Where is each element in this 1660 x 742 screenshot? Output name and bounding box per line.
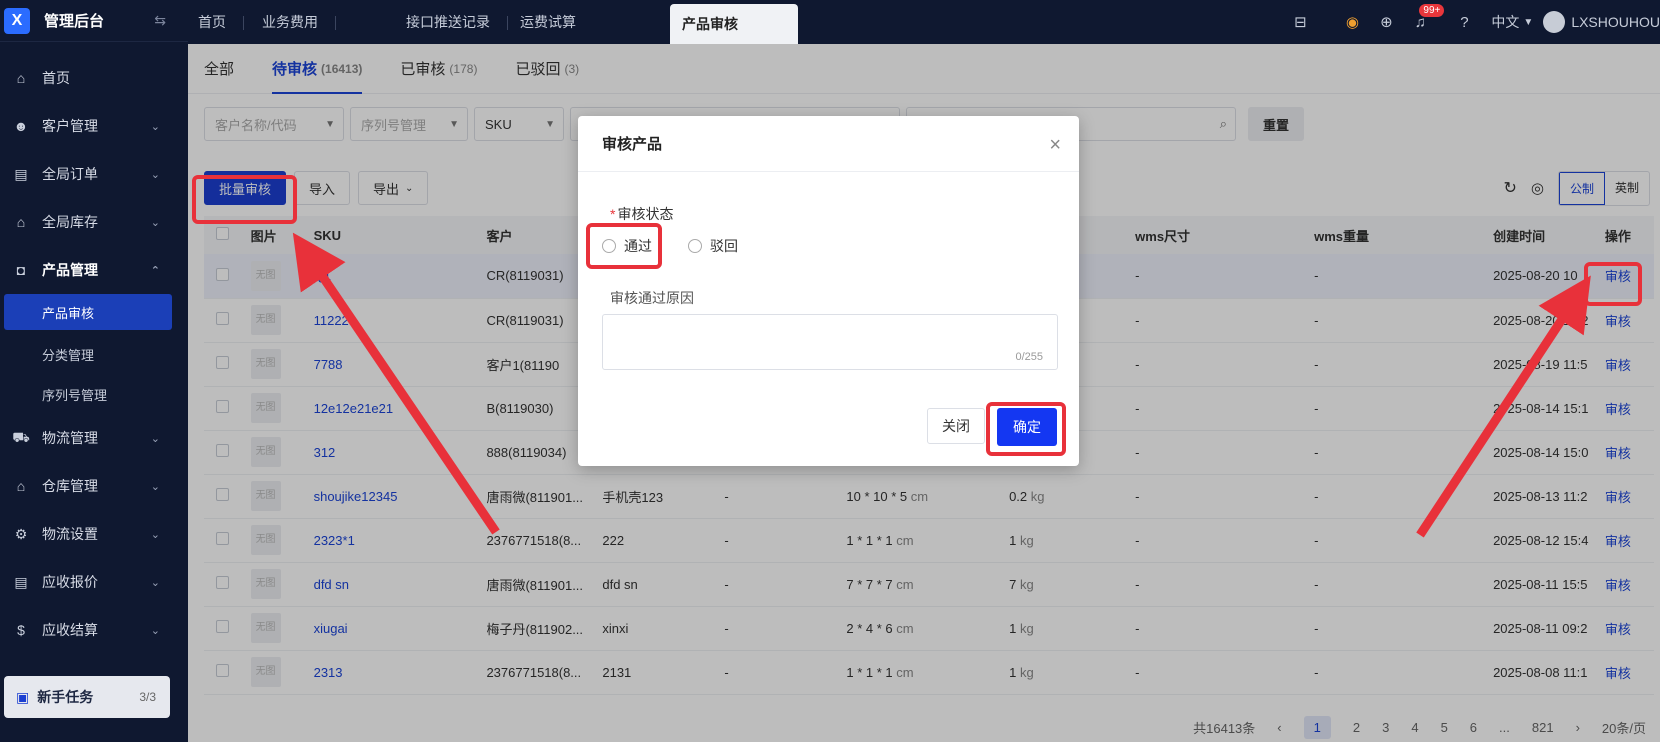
sidebar-subitem-categories[interactable]: 分类管理	[0, 334, 188, 374]
chevron-down-icon: ⌄	[150, 168, 160, 181]
dialog-title: 审核产品	[578, 116, 1079, 172]
tab-push-records[interactable]: 接口推送记录	[336, 0, 508, 44]
sidebar-nav: ⌂ 首页 ☻ 客户管理 ⌄ ▤ 全局订单 ⌄ ⌂ 全局库存 ⌄ ◘ 产品管理 ⌃ 产品审核 分类管…	[0, 42, 188, 654]
close-button[interactable]: 关闭	[927, 408, 985, 444]
sidebar-item-label: 物流设置	[42, 526, 98, 542]
chevron-down-icon: ⌄	[150, 576, 160, 589]
sidebar-item-label: 应收报价	[42, 574, 98, 590]
username[interactable]: LXSHOUHOU	[1571, 14, 1660, 30]
sidebar: X 管理后台 ⇆ ⌂ 首页 ☻ 客户管理 ⌄ ▤ 全局订单 ⌄ ⌂ 全局库存 ⌄ ◘ 产品管理 ⌃…	[0, 0, 188, 742]
logo-row: X 管理后台 ⇆	[0, 0, 188, 42]
sidebar-item-label: 物流管理	[42, 430, 98, 446]
top-bar: 首页 业务费用 接口推送记录 运费试算 产品审核 ⊟ ◉ ⊕ ♫ 99+ ? 中文…	[188, 0, 1660, 44]
chevron-up-icon: ⌃	[150, 264, 160, 277]
tab-freight-calc[interactable]: 运费试算	[508, 0, 670, 44]
sidebar-item-label: 首页	[42, 70, 70, 86]
task-label: 新手任务	[37, 689, 94, 705]
sidebar-subitem-product-review[interactable]: 产品审核	[4, 294, 172, 330]
chevron-down-icon: ⌄	[150, 528, 160, 541]
sidebar-item-products[interactable]: ◘ 产品管理 ⌃	[0, 246, 188, 294]
sidebar-item-label: 客户管理	[42, 118, 98, 134]
required-mark: *	[610, 206, 616, 222]
logo: X	[4, 7, 30, 34]
reason-textarea[interactable]: 0/255	[602, 314, 1058, 370]
truck-icon: ⛟	[12, 428, 30, 445]
radio-reject[interactable]: 驳回	[688, 236, 738, 256]
annotation-box-confirm	[986, 402, 1066, 456]
clipboard-icon: ▤	[14, 165, 28, 182]
task-icon: ▣	[16, 688, 30, 705]
sidebar-subitem-serials[interactable]: 序列号管理	[0, 374, 188, 414]
status-label-text: 审核状态	[617, 206, 674, 222]
collapse-sidebar-icon[interactable]: ⇆	[154, 12, 166, 29]
top-right-tools: ⊟ ◉ ⊕ ♫ 99+ ? 中文 ▼ LXSHOUHOU	[1283, 0, 1660, 44]
sidebar-item-home[interactable]: ⌂ 首页	[0, 54, 188, 102]
sidebar-item-label: 应收结算	[42, 622, 98, 638]
sidebar-item-logistics-settings[interactable]: ⚙ 物流设置 ⌄	[0, 510, 188, 558]
bag-icon: ◘	[16, 262, 26, 278]
annotation-box-batch	[192, 175, 297, 224]
bell-icon[interactable]: ♫ 99+	[1403, 3, 1445, 31]
sidebar-item-logistics[interactable]: ⛟ 物流管理 ⌄	[0, 414, 188, 462]
tab-home[interactable]: 首页	[188, 0, 244, 44]
language-select[interactable]: 中文	[1491, 12, 1519, 32]
sidebar-item-label: 产品管理	[42, 262, 98, 278]
radio-reject-label: 驳回	[710, 238, 738, 254]
caret-down-icon: ▼	[1523, 16, 1534, 28]
annotation-box-action	[1584, 262, 1642, 306]
inbox-icon[interactable]: ⊟	[1283, 13, 1317, 31]
task-count: 3/3	[139, 690, 156, 704]
chevron-down-icon: ⌄	[150, 120, 160, 133]
notification-badge: 99+	[1419, 3, 1445, 17]
robot-icon[interactable]: ◉	[1335, 13, 1369, 31]
avatar[interactable]	[1543, 11, 1566, 33]
app-title: 管理后台	[44, 13, 105, 30]
home-icon: ⌂	[16, 70, 26, 86]
sidebar-item-warehouse[interactable]: ⌂ 仓库管理 ⌄	[0, 462, 188, 510]
warehouse-icon: ⌂	[16, 214, 26, 230]
sidebar-item-label: 仓库管理	[42, 478, 98, 494]
help-icon[interactable]: ?	[1447, 14, 1481, 31]
sidebar-item-label: 全局库存	[42, 214, 98, 230]
storehouse-icon: ⌂	[16, 478, 26, 494]
radio-circle[interactable]	[688, 239, 702, 253]
sidebar-item-inventory[interactable]: ⌂ 全局库存 ⌄	[0, 198, 188, 246]
tab-product-review[interactable]: 产品审核	[670, 4, 798, 44]
sidebar-item-label: 全局订单	[42, 166, 98, 182]
sidebar-item-customers[interactable]: ☻ 客户管理 ⌄	[0, 102, 188, 150]
annotation-box-pass	[586, 223, 662, 269]
chevron-down-icon: ⌄	[150, 480, 160, 493]
sidebar-item-orders[interactable]: ▤ 全局订单 ⌄	[0, 150, 188, 198]
sidebar-item-quotes[interactable]: ▤ 应收报价 ⌄	[0, 558, 188, 606]
coin-icon: $	[17, 622, 25, 638]
price-doc-icon: ▤	[14, 573, 28, 590]
status-field-label: * 审核状态	[610, 204, 673, 224]
onboarding-task-button[interactable]: ▣ 新手任务 3/3	[4, 676, 170, 718]
chevron-down-icon: ⌄	[150, 432, 160, 445]
close-icon[interactable]: ×	[1049, 134, 1061, 157]
sidebar-item-settlement[interactable]: $ 应收结算 ⌄	[0, 606, 188, 654]
tab-business-fees[interactable]: 业务费用	[244, 0, 336, 44]
chevron-down-icon: ⌄	[150, 216, 160, 229]
char-counter: 0/255	[1015, 351, 1043, 363]
download-icon[interactable]: ⊕	[1369, 13, 1403, 31]
box-gear-icon: ⚙	[14, 525, 28, 542]
users-icon: ☻	[13, 118, 29, 134]
chevron-down-icon: ⌄	[150, 624, 160, 637]
reason-label: 审核通过原因	[610, 290, 694, 306]
